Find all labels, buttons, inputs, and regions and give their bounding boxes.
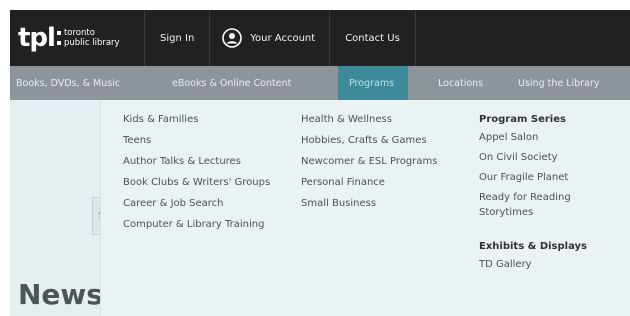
menu-link-ready-for-reading[interactable]: Ready for Reading Storytimes bbox=[479, 190, 619, 220]
nav-programs[interactable]: Programs bbox=[338, 66, 408, 100]
menu-link-teens[interactable]: Teens bbox=[123, 133, 283, 148]
exhibits-displays-heading: Exhibits & Displays bbox=[479, 241, 588, 252]
logo-dots bbox=[56, 31, 61, 45]
menu-link-book-clubs[interactable]: Book Clubs & Writers' Groups bbox=[123, 175, 283, 190]
programs-column-2: Health & Wellness Hobbies, Crafts & Game… bbox=[301, 112, 461, 217]
program-series-heading: Program Series bbox=[479, 114, 566, 125]
nav-ebooks-online[interactable]: eBooks & Online Content bbox=[164, 66, 338, 100]
menu-link-career-job-search[interactable]: Career & Job Search bbox=[123, 196, 283, 211]
sign-in-link[interactable]: Sign In bbox=[145, 10, 211, 66]
menu-link-newcomer-esl[interactable]: Newcomer & ESL Programs bbox=[301, 154, 461, 169]
your-account-label: Your Account bbox=[250, 32, 316, 44]
contact-us-link[interactable]: Contact Us bbox=[330, 10, 416, 66]
programs-column-3: Program Series Appel Salon On Civil Soci… bbox=[479, 112, 619, 277]
menu-link-kids-families[interactable]: Kids & Families bbox=[123, 112, 283, 127]
nav-books-dvds-music[interactable]: Books, DVDs, & Music bbox=[10, 66, 164, 100]
menu-link-computer-training[interactable]: Computer & Library Training bbox=[123, 217, 283, 232]
menu-link-td-gallery[interactable]: TD Gallery bbox=[479, 257, 619, 272]
user-circle-icon bbox=[222, 28, 243, 48]
menu-link-small-business[interactable]: Small Business bbox=[301, 196, 461, 211]
programs-dropdown-menu: Kids & Families Teens Author Talks & Lec… bbox=[100, 100, 630, 316]
your-account-link[interactable]: Your Account bbox=[210, 10, 331, 66]
logo-line1: toronto bbox=[63, 28, 95, 38]
main-nav: Books, DVDs, & Music eBooks & Online Con… bbox=[10, 66, 630, 100]
news-heading: News bbox=[18, 278, 103, 311]
programs-column-1: Kids & Families Teens Author Talks & Lec… bbox=[123, 112, 283, 238]
menu-link-author-talks[interactable]: Author Talks & Lectures bbox=[123, 154, 283, 169]
menu-link-hobbies-crafts[interactable]: Hobbies, Crafts & Games bbox=[301, 133, 461, 148]
menu-link-our-fragile-planet[interactable]: Our Fragile Planet bbox=[479, 170, 619, 185]
logo-mark: tpl bbox=[18, 23, 56, 53]
menu-link-on-civil-society[interactable]: On Civil Society bbox=[479, 150, 619, 165]
page-frame: tpl toronto public library Sign In Your … bbox=[10, 10, 630, 316]
nav-using-the-library[interactable]: Using the Library bbox=[518, 66, 618, 100]
logo-line2: public library bbox=[63, 38, 120, 48]
menu-link-appel-salon[interactable]: Appel Salon bbox=[479, 130, 619, 145]
menu-link-personal-finance[interactable]: Personal Finance bbox=[301, 175, 461, 190]
menu-link-health-wellness[interactable]: Health & Wellness bbox=[301, 112, 461, 127]
tpl-logo[interactable]: tpl toronto public library bbox=[10, 10, 145, 66]
logo-text: toronto public library bbox=[64, 28, 120, 48]
nav-locations[interactable]: Locations bbox=[408, 66, 518, 100]
top-bar: tpl toronto public library Sign In Your … bbox=[10, 10, 630, 66]
